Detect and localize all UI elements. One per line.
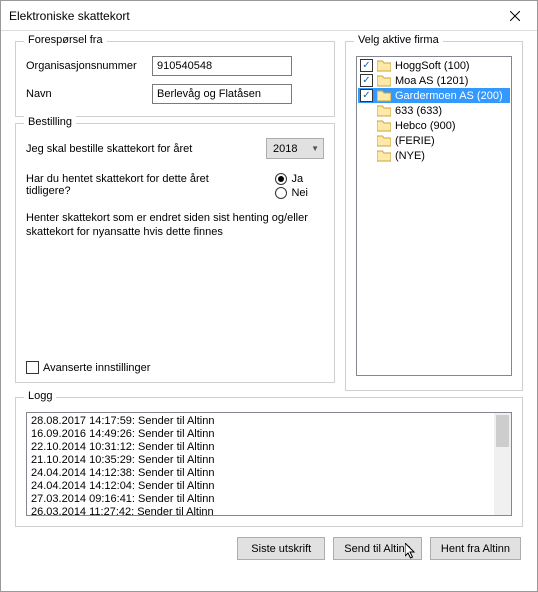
- send-til-altinn-button[interactable]: Send til Altinn: [333, 537, 422, 560]
- radio-icon: [275, 187, 287, 199]
- radio-nei[interactable]: Nei: [275, 187, 308, 199]
- window-title: Elektroniske skattekort: [9, 9, 130, 23]
- bestilling-question: Har du hentet skattekort for dette året …: [26, 173, 236, 197]
- checkbox-icon: [26, 361, 39, 374]
- legend-firma: Velg aktive firma: [354, 34, 443, 46]
- logg-box[interactable]: 28.08.2017 14:17:59: Sender til Altinn16…: [26, 412, 512, 516]
- firma-item-label: (NYE): [395, 150, 425, 162]
- spacer: [360, 119, 373, 132]
- bestilling-info: Henter skattekort som er endret siden si…: [26, 211, 324, 240]
- logg-line: 21.10.2014 10:35:29: Sender til Altinn: [31, 454, 493, 467]
- advanced-toggle[interactable]: Avanserte innstillinger: [26, 361, 150, 374]
- logg-line: 28.08.2017 14:17:59: Sender til Altinn: [31, 415, 493, 428]
- folder-icon: [377, 135, 391, 147]
- close-icon: [510, 11, 520, 21]
- send-til-altinn-label: Send til Altinn: [344, 543, 411, 555]
- hent-fra-altinn-label: Hent fra Altinn: [441, 543, 510, 555]
- firma-item-label: Moa AS (1201): [395, 75, 468, 87]
- firma-item-label: 633 (633): [395, 105, 442, 117]
- radio-icon: [275, 173, 287, 185]
- firma-item-label: Gardermoen AS (200): [395, 90, 503, 102]
- radio-nei-label: Nei: [291, 187, 308, 199]
- logg-line: 26.03.2014 11:27:42: Sender til Altinn: [31, 506, 493, 516]
- spacer: [360, 149, 373, 162]
- spacer: [360, 134, 373, 147]
- group-logg: Logg 28.08.2017 14:17:59: Sender til Alt…: [15, 397, 523, 527]
- logg-line: 16.09.2016 14:49:26: Sender til Altinn: [31, 428, 493, 441]
- logg-line: 24.04.2014 14:12:38: Sender til Altinn: [31, 467, 493, 480]
- orgnr-label: Organisasjonsnummer: [26, 60, 146, 72]
- firma-item[interactable]: Moa AS (1201): [358, 73, 510, 88]
- radio-ja[interactable]: Ja: [275, 173, 308, 185]
- spacer: [360, 104, 373, 117]
- checkbox-icon: [360, 59, 373, 72]
- folder-icon: [377, 75, 391, 87]
- folder-icon: [377, 105, 391, 117]
- hent-fra-altinn-button[interactable]: Hent fra Altinn: [430, 537, 521, 560]
- folder-icon: [377, 60, 391, 72]
- firma-item-label: (FERIE): [395, 135, 435, 147]
- group-foresporsel: Forespørsel fra Organisasjonsnummer Navn: [15, 41, 335, 117]
- checkbox-icon: [360, 89, 373, 102]
- radio-ja-label: Ja: [291, 173, 303, 185]
- checkbox-icon: [360, 74, 373, 87]
- firma-item[interactable]: Hebco (900): [358, 118, 510, 133]
- logg-line: 24.04.2014 14:12:04: Sender til Altinn: [31, 480, 493, 493]
- orgnr-input[interactable]: [152, 56, 292, 76]
- group-bestilling: Bestilling Jeg skal bestille skattekort …: [15, 123, 335, 383]
- firma-item[interactable]: (FERIE): [358, 133, 510, 148]
- year-select[interactable]: 2018 ▼: [266, 138, 324, 159]
- chevron-down-icon: ▼: [311, 144, 319, 153]
- advanced-label: Avanserte innstillinger: [43, 362, 150, 374]
- siste-utskrift-label: Siste utskrift: [251, 543, 311, 555]
- legend-bestilling: Bestilling: [24, 116, 76, 128]
- logg-line: 22.10.2014 10:31:12: Sender til Altinn: [31, 441, 493, 454]
- firma-item[interactable]: Gardermoen AS (200): [358, 88, 510, 103]
- siste-utskrift-button[interactable]: Siste utskrift: [237, 537, 325, 560]
- close-button[interactable]: [493, 1, 537, 31]
- firma-tree[interactable]: HoggSoft (100) Moa AS (1201) Gardermoen AS…: [356, 56, 512, 376]
- navn-label: Navn: [26, 88, 146, 100]
- navn-input[interactable]: [152, 84, 292, 104]
- bestilling-line1: Jeg skal bestille skattekort for året: [26, 143, 192, 155]
- firma-item[interactable]: 633 (633): [358, 103, 510, 118]
- folder-icon: [377, 90, 391, 102]
- folder-icon: [377, 120, 391, 132]
- logg-line: 27.03.2014 09:16:41: Sender til Altinn: [31, 493, 493, 506]
- legend-foresporsel: Forespørsel fra: [24, 34, 107, 46]
- scrollbar-thumb[interactable]: [496, 415, 509, 447]
- group-firma: Velg aktive firma HoggSoft (100)Moa AS (…: [345, 41, 523, 391]
- scrollbar[interactable]: [494, 413, 511, 515]
- legend-logg: Logg: [24, 390, 56, 402]
- folder-icon: [377, 150, 391, 162]
- firma-item[interactable]: (NYE): [358, 148, 510, 163]
- firma-item-label: HoggSoft (100): [395, 60, 470, 72]
- firma-item[interactable]: HoggSoft (100): [358, 58, 510, 73]
- firma-item-label: Hebco (900): [395, 120, 456, 132]
- year-value: 2018: [273, 143, 297, 155]
